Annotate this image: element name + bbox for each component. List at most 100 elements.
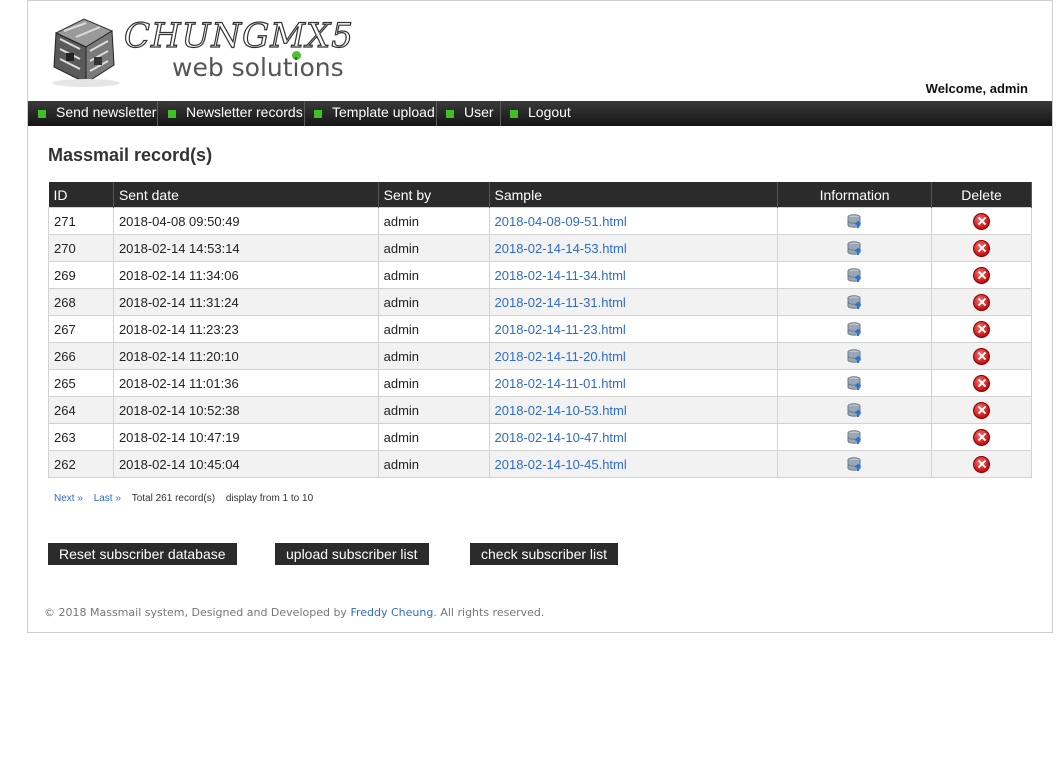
nav-separator: [304, 101, 305, 126]
database-upload-icon[interactable]: [847, 430, 863, 445]
sample-link[interactable]: 2018-02-14-10-53.html: [495, 403, 627, 418]
delete-x-icon[interactable]: [973, 401, 991, 419]
table-row: 263 2018-02-14 10:47:19 admin 2018-02-14-10…: [48, 423, 1032, 451]
cell-information: [777, 288, 933, 316]
sample-link[interactable]: 2018-02-14-10-45.html: [495, 457, 627, 472]
cell-sent-date: 2018-02-14 11:01:36: [112, 369, 379, 397]
table-row: 270 2018-02-14 14:53:14 admin 2018-02-14-14…: [48, 234, 1032, 262]
delete-x-icon[interactable]: [973, 212, 991, 230]
cell-sample: 2018-02-14-10-45.html: [488, 450, 779, 478]
nav-newsletter-records[interactable]: Newsletter records: [186, 101, 303, 126]
footer-suffix: . All rights reserved.: [433, 606, 545, 619]
brand-tagline: web solutions: [172, 53, 344, 82]
cell-id: 262: [48, 450, 114, 478]
logo: CHUNGMX5 web solutions: [46, 13, 353, 89]
cell-delete: [931, 423, 1032, 451]
cell-delete: [931, 261, 1032, 289]
cell-sent-by: admin: [377, 234, 490, 262]
cell-id: 265: [48, 369, 114, 397]
upload-subscriber-list-button[interactable]: upload subscriber list: [275, 543, 429, 565]
cell-sample: 2018-02-14-11-23.html: [488, 315, 779, 343]
cell-sent-by: admin: [377, 315, 490, 343]
pager-display-range: display from 1 to 10: [225, 493, 314, 504]
sample-link[interactable]: 2018-04-08-09-51.html: [495, 214, 627, 229]
cell-sent-by: admin: [377, 423, 490, 451]
header-sent-date: Sent date: [113, 182, 379, 208]
cell-id: 271: [48, 207, 114, 235]
nav-bullet-icon: [38, 110, 46, 118]
footer-author-link[interactable]: Freddy Cheung: [350, 606, 433, 619]
cell-information: [777, 450, 933, 478]
delete-x-icon[interactable]: [973, 320, 991, 338]
footer-prefix: © 2018 Massmail system, Designed and Dev…: [44, 606, 347, 619]
database-upload-icon[interactable]: [847, 403, 863, 418]
database-upload-icon[interactable]: [847, 268, 863, 283]
records-table: ID Sent date Sent by Sample Information …: [48, 182, 1032, 478]
sample-link[interactable]: 2018-02-14-11-23.html: [495, 322, 626, 337]
cell-sent-by: admin: [377, 396, 490, 424]
pager: Next » Last » Total 261 record(s) displa…: [54, 493, 321, 504]
delete-x-icon[interactable]: [973, 266, 991, 284]
table-header-row: ID Sent date Sent by Sample Information …: [48, 182, 1032, 208]
delete-x-icon[interactable]: [973, 347, 991, 365]
cell-id: 268: [48, 288, 114, 316]
table-row: 267 2018-02-14 11:23:23 admin 2018-02-14-11…: [48, 315, 1032, 343]
database-upload-icon[interactable]: [847, 241, 863, 256]
database-upload-icon[interactable]: [847, 376, 863, 391]
cell-sent-date: 2018-02-14 11:31:24: [112, 288, 379, 316]
nav-user[interactable]: User: [464, 101, 494, 126]
delete-x-icon[interactable]: [973, 374, 991, 392]
sample-link[interactable]: 2018-02-14-11-34.html: [495, 268, 626, 283]
cell-information: [777, 315, 933, 343]
cell-sample: 2018-02-14-14-53.html: [488, 234, 779, 262]
welcome-text: Welcome, admin: [925, 81, 1028, 96]
sample-link[interactable]: 2018-02-14-10-47.html: [495, 430, 627, 445]
cell-sample: 2018-02-14-11-34.html: [488, 261, 779, 289]
sample-link[interactable]: 2018-02-14-11-20.html: [495, 349, 626, 364]
sample-link[interactable]: 2018-02-14-14-53.html: [495, 241, 627, 256]
pager-last-link[interactable]: Last »: [94, 493, 121, 504]
cell-sent-by: admin: [377, 288, 490, 316]
database-upload-icon[interactable]: [847, 349, 863, 364]
reset-subscriber-database-button[interactable]: Reset subscriber database: [48, 543, 237, 565]
nav-bullet-icon: [446, 110, 454, 118]
cube-logo-icon: [52, 18, 120, 87]
check-subscriber-list-button[interactable]: check subscriber list: [470, 543, 619, 565]
table-row: 265 2018-02-14 11:01:36 admin 2018-02-14-11…: [48, 369, 1032, 397]
cell-delete: [931, 315, 1032, 343]
cell-sent-by: admin: [377, 207, 490, 235]
cell-sent-date: 2018-04-08 09:50:49: [112, 207, 379, 235]
delete-x-icon[interactable]: [973, 455, 991, 473]
delete-x-icon[interactable]: [973, 239, 991, 257]
cell-id: 264: [48, 396, 114, 424]
nav-separator: [500, 101, 501, 126]
sample-link[interactable]: 2018-02-14-11-31.html: [495, 295, 626, 310]
cell-sent-date: 2018-02-14 11:34:06: [112, 261, 379, 289]
cell-sample: 2018-02-14-11-20.html: [488, 342, 779, 370]
database-upload-icon[interactable]: [847, 457, 863, 472]
delete-x-icon[interactable]: [973, 428, 991, 446]
cell-sent-date: 2018-02-14 11:20:10: [112, 342, 379, 370]
database-upload-icon[interactable]: [847, 322, 863, 337]
cell-delete: [931, 342, 1032, 370]
nav-logout[interactable]: Logout: [528, 101, 571, 126]
nav-separator: [436, 101, 437, 126]
nav-separator: [157, 101, 158, 126]
cell-sent-by: admin: [377, 369, 490, 397]
cell-sample: 2018-02-14-10-47.html: [488, 423, 779, 451]
header-id: ID: [48, 182, 114, 208]
database-upload-icon[interactable]: [847, 214, 863, 229]
cell-sent-by: admin: [377, 342, 490, 370]
cell-delete: [931, 450, 1032, 478]
cell-id: 267: [48, 315, 114, 343]
database-upload-icon[interactable]: [847, 295, 863, 310]
pager-next-link[interactable]: Next »: [54, 493, 83, 504]
sample-link[interactable]: 2018-02-14-11-01.html: [495, 376, 626, 391]
pager-total: Total 261 record(s): [131, 493, 216, 504]
table-row: 268 2018-02-14 11:31:24 admin 2018-02-14-11…: [48, 288, 1032, 316]
nav-template-upload[interactable]: Template upload: [332, 101, 435, 126]
cell-sample: 2018-02-14-11-31.html: [488, 288, 779, 316]
cell-delete: [931, 207, 1032, 235]
delete-x-icon[interactable]: [973, 293, 991, 311]
nav-send-newsletter[interactable]: Send newsletter: [56, 101, 156, 126]
